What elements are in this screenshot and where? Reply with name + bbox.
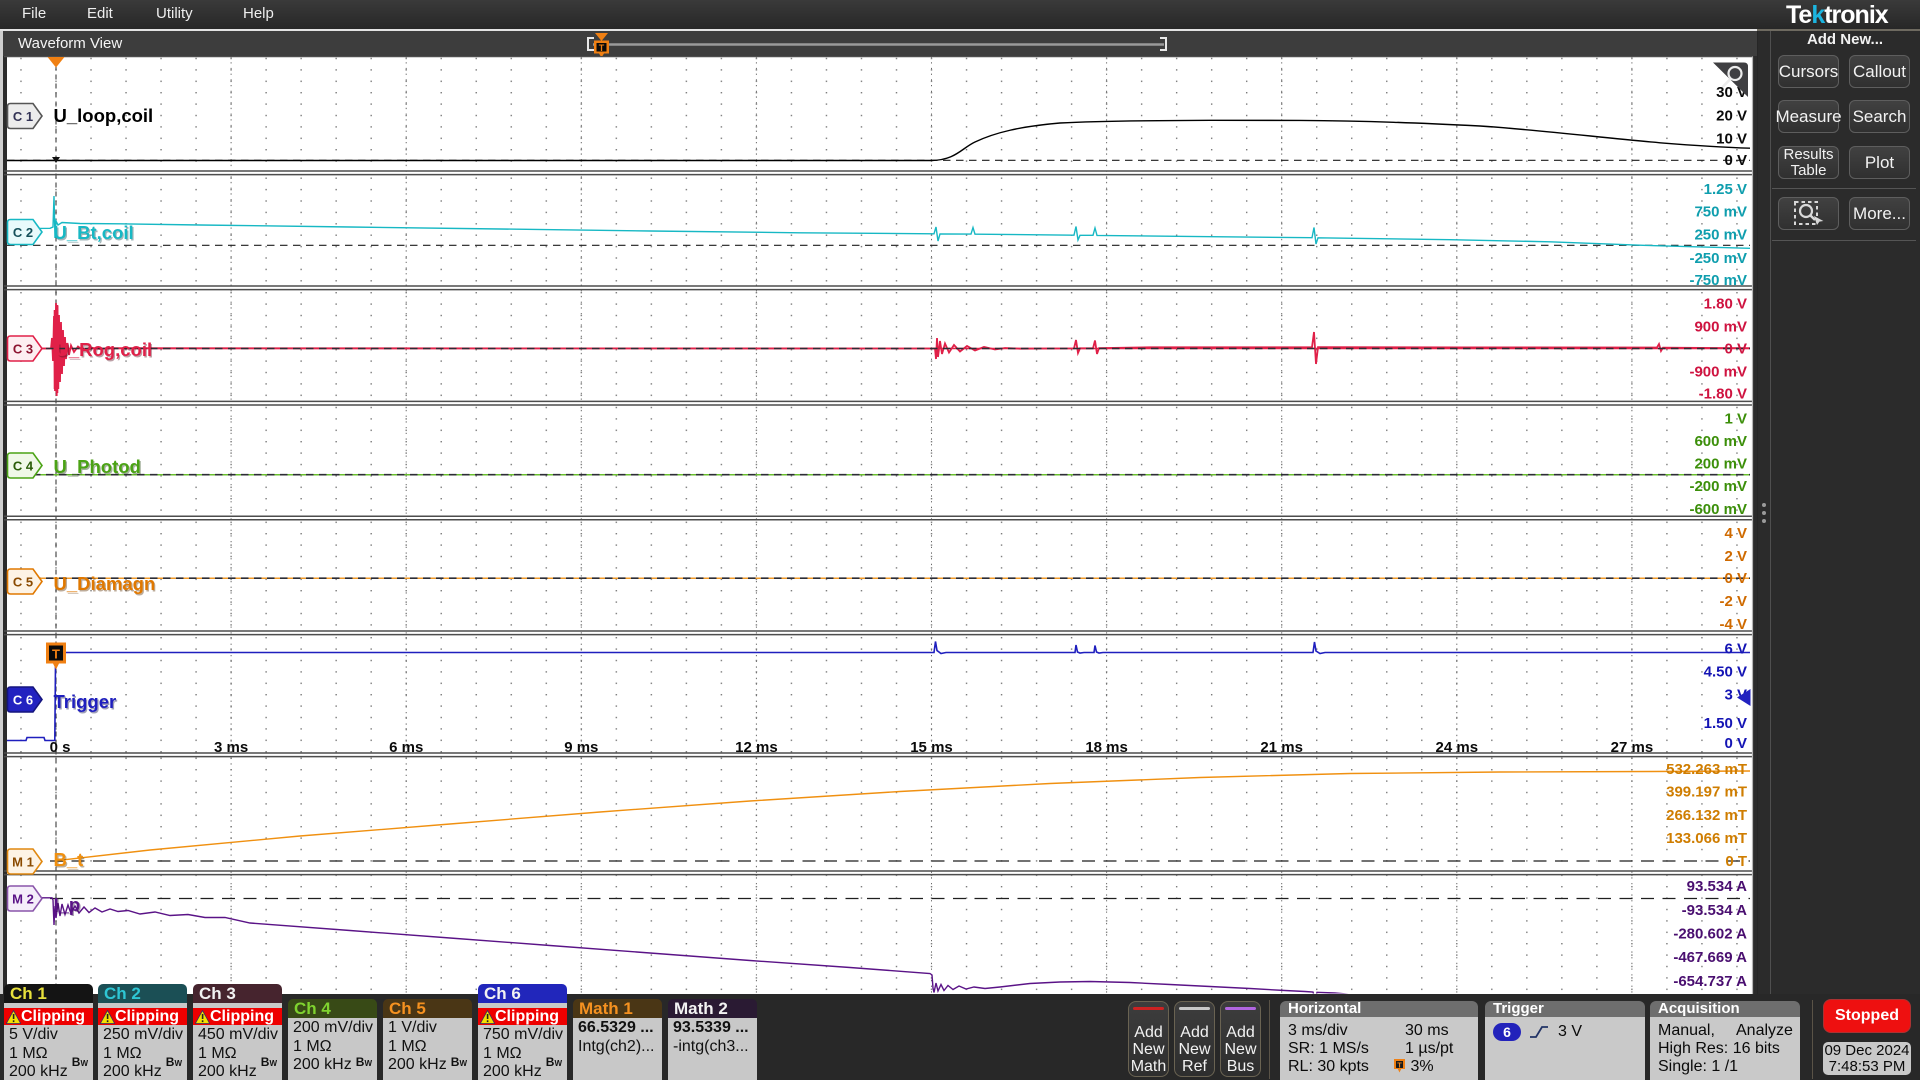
svg-text:12 ms: 12 ms — [735, 739, 778, 756]
svg-text:10 V: 10 V — [1716, 130, 1747, 147]
svg-text:-250 mV: -250 mV — [1689, 250, 1747, 267]
svg-text:U_Rog,coil: U_Rog,coil — [56, 339, 153, 360]
svg-text:4.50 V: 4.50 V — [1704, 664, 1747, 681]
svg-text:-280.602 A: -280.602 A — [1673, 926, 1747, 943]
svg-text:1 V: 1 V — [1724, 410, 1747, 427]
svg-text:T: T — [1397, 1060, 1402, 1069]
svg-text:U_loop,coil: U_loop,coil — [54, 105, 154, 126]
svg-text:I_p: I_p — [54, 894, 81, 915]
svg-text:20 V: 20 V — [1716, 108, 1747, 125]
svg-text:1.50 V: 1.50 V — [1704, 715, 1747, 732]
svg-text:4 V: 4 V — [1724, 525, 1747, 542]
svg-text:93.534 A: 93.534 A — [1687, 878, 1747, 895]
svg-text:1.80 V: 1.80 V — [1704, 296, 1747, 313]
svg-text:27 ms: 27 ms — [1611, 739, 1654, 756]
svg-text:-600 mV: -600 mV — [1689, 501, 1747, 518]
svg-text:-467.669 A: -467.669 A — [1673, 949, 1747, 966]
svg-text:M 1: M 1 — [12, 855, 34, 870]
svg-text:750 mV: 750 mV — [1694, 204, 1747, 221]
svg-text:-1.80 V: -1.80 V — [1699, 386, 1747, 403]
svg-text:-654.737 A: -654.737 A — [1673, 973, 1747, 990]
svg-text:M 2: M 2 — [12, 892, 34, 907]
svg-text:U_Photod: U_Photod — [54, 456, 141, 477]
svg-text:266.132 mT: 266.132 mT — [1666, 807, 1747, 824]
svg-text:-4 V: -4 V — [1719, 616, 1747, 633]
svg-text:2 V: 2 V — [1724, 548, 1747, 565]
svg-text:C 3: C 3 — [13, 342, 33, 357]
svg-text:C 6: C 6 — [13, 693, 33, 708]
svg-text:U_Diamagn: U_Diamagn — [54, 573, 156, 594]
svg-text:18 ms: 18 ms — [1085, 739, 1128, 756]
svg-text:250 mV: 250 mV — [1694, 226, 1747, 243]
svg-text:C 4: C 4 — [13, 459, 34, 474]
svg-text:15 ms: 15 ms — [910, 739, 953, 756]
svg-text:24 ms: 24 ms — [1436, 739, 1479, 756]
svg-text:-750 mV: -750 mV — [1689, 272, 1747, 289]
svg-text:0 s: 0 s — [50, 739, 71, 756]
svg-text:C 1: C 1 — [13, 109, 33, 124]
svg-text:C 2: C 2 — [13, 225, 33, 240]
svg-text:200 mV: 200 mV — [1694, 455, 1747, 472]
svg-text:6 ms: 6 ms — [389, 739, 423, 756]
svg-text:0 V: 0 V — [1724, 341, 1747, 358]
svg-text:0 V: 0 V — [1724, 152, 1747, 169]
svg-text:T: T — [52, 647, 60, 662]
svg-text:3 ms: 3 ms — [214, 739, 248, 756]
svg-text:900 mV: 900 mV — [1694, 318, 1747, 335]
svg-text:600 mV: 600 mV — [1694, 433, 1747, 450]
svg-text:C 5: C 5 — [13, 575, 33, 590]
svg-text:B_t: B_t — [54, 849, 84, 870]
svg-text:Trigger: Trigger — [54, 691, 117, 712]
svg-text:0 V: 0 V — [1724, 735, 1747, 752]
svg-text:399.197 mT: 399.197 mT — [1666, 784, 1747, 801]
svg-text:21 ms: 21 ms — [1260, 739, 1303, 756]
svg-text:-200 mV: -200 mV — [1689, 478, 1747, 495]
svg-text:-93.534 A: -93.534 A — [1682, 902, 1747, 919]
svg-text:133.066 mT: 133.066 mT — [1666, 830, 1747, 847]
svg-text:U_Bt,coil: U_Bt,coil — [54, 222, 134, 243]
svg-text:0 T: 0 T — [1725, 853, 1747, 870]
svg-text:-2 V: -2 V — [1719, 593, 1747, 610]
svg-text:-900 mV: -900 mV — [1689, 363, 1747, 380]
svg-text:1.25 V: 1.25 V — [1704, 181, 1747, 198]
svg-text:532.263 mT: 532.263 mT — [1666, 761, 1747, 778]
svg-text:0 V: 0 V — [1724, 570, 1747, 587]
svg-text:T: T — [599, 43, 605, 53]
svg-text:6 V: 6 V — [1724, 641, 1747, 658]
svg-text:9 ms: 9 ms — [564, 739, 598, 756]
